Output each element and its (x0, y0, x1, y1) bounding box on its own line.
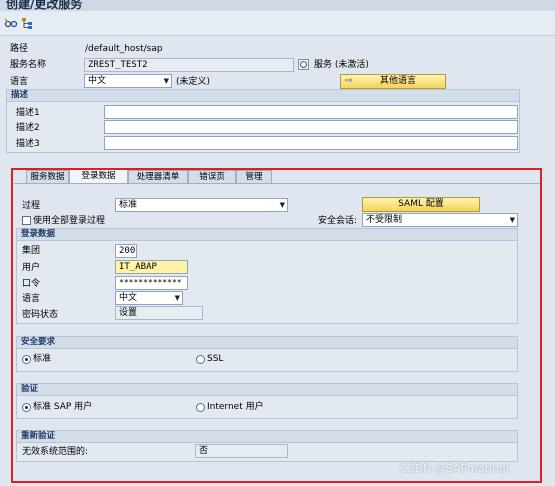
other-languages-button[interactable]: ⇨ 其他语言 (340, 74, 446, 89)
language-dropdown[interactable]: 中文 ▼ (84, 74, 172, 88)
service-name-label: 服务名称 (10, 60, 47, 70)
description-3-input[interactable] (104, 136, 518, 150)
language-label: 语言 (10, 77, 29, 87)
highlight-frame (11, 168, 542, 483)
service-name-field[interactable]: ZREST_TEST2 (84, 58, 294, 72)
description-1-label: 描述1 (16, 108, 40, 118)
hierarchy-icon[interactable] (20, 16, 34, 30)
path-label: 路径 (10, 44, 29, 54)
description-2-input[interactable] (104, 120, 518, 134)
watermark: CSDN @SAPmatinal (400, 462, 509, 475)
language-note: (未定义) (176, 77, 211, 87)
path-value: /default_host/sap (85, 44, 163, 54)
chevron-down-icon: ▼ (163, 77, 169, 85)
arrow-right-icon: ⇨ (345, 76, 353, 86)
glasses-icon[interactable] (4, 16, 18, 30)
description-1-input[interactable] (104, 105, 518, 119)
title-bar (0, 0, 555, 11)
language-value: 中文 (88, 76, 107, 86)
status-icon[interactable] (298, 59, 309, 70)
description-title: 描述 (7, 90, 519, 102)
application-toolbar (0, 11, 555, 36)
description-3-label: 描述3 (16, 139, 40, 149)
service-status: 服务 (未激活) (314, 60, 369, 70)
description-2-label: 描述2 (16, 123, 40, 133)
